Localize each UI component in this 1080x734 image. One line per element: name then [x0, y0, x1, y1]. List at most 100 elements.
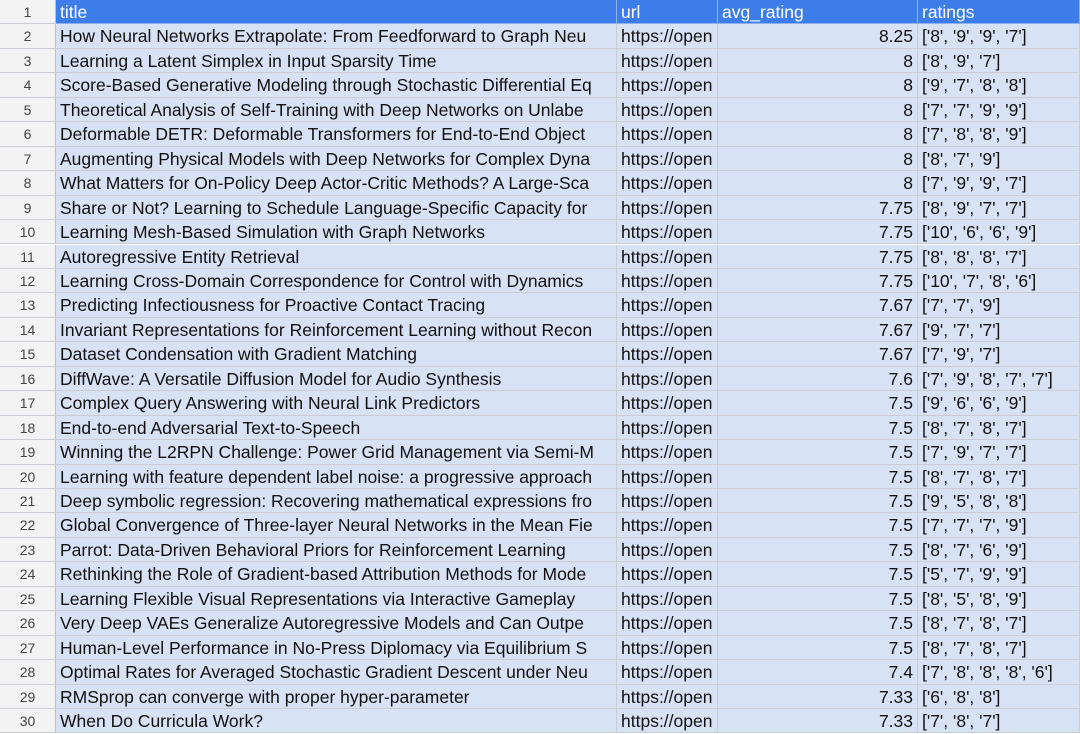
title-cell[interactable]: Complex Query Answering with Neural Link…	[56, 391, 617, 416]
title-cell[interactable]: How Neural Networks Extrapolate: From Fe…	[56, 24, 617, 49]
ratings-cell[interactable]: ['8', '7', '9']	[918, 146, 1080, 172]
row-number[interactable]: 20	[0, 464, 56, 489]
url-cell[interactable]: https://open	[617, 97, 718, 123]
title-cell[interactable]: Autoregressive Entity Retrieval	[56, 244, 617, 269]
title-cell[interactable]: Learning Flexible Visual Representations…	[56, 586, 617, 612]
row-number[interactable]: 11	[0, 244, 56, 269]
url-cell[interactable]: https://open	[617, 195, 718, 221]
title-cell[interactable]: Augmenting Physical Models with Deep Net…	[56, 146, 617, 172]
url-cell[interactable]: https://open	[617, 635, 718, 661]
row-number[interactable]: 24	[0, 562, 56, 587]
avg-rating-cell[interactable]: 7.5	[718, 611, 918, 636]
spreadsheet-grid[interactable]: 1 title url avg_rating ratings 2 How Neur…	[0, 0, 1080, 734]
row-number[interactable]: 4	[0, 73, 56, 98]
ratings-cell[interactable]: ['9', '6', '6', '9']	[918, 391, 1080, 416]
url-cell[interactable]: https://open	[617, 562, 718, 587]
row-number[interactable]: 2	[0, 24, 56, 49]
row-number[interactable]: 29	[0, 684, 56, 710]
avg-rating-cell[interactable]: 7.5	[718, 562, 918, 587]
row-number[interactable]: 28	[0, 660, 56, 685]
ratings-cell[interactable]: ['8', '7', '8', '7']	[918, 415, 1080, 441]
title-cell[interactable]: When Do Curricula Work?	[56, 709, 617, 734]
url-cell[interactable]: https://open	[617, 122, 718, 147]
title-cell[interactable]: Rethinking the Role of Gradient-based At…	[56, 562, 617, 587]
column-header-avg-rating[interactable]: avg_rating	[718, 0, 918, 25]
row-number[interactable]: 1	[0, 0, 56, 25]
title-cell[interactable]: Human-Level Performance in No-Press Dipl…	[56, 635, 617, 661]
ratings-cell[interactable]: ['9', '7', '8', '8']	[918, 73, 1080, 98]
ratings-cell[interactable]: ['7', '8', '7']	[918, 709, 1080, 734]
avg-rating-cell[interactable]: 7.67	[718, 317, 918, 343]
avg-rating-cell[interactable]: 8	[718, 97, 918, 123]
row-number[interactable]: 22	[0, 513, 56, 538]
avg-rating-cell[interactable]: 7.75	[718, 220, 918, 245]
avg-rating-cell[interactable]: 7.67	[718, 342, 918, 367]
title-cell[interactable]: Winning the L2RPN Challenge: Power Grid …	[56, 440, 617, 465]
ratings-cell[interactable]: ['8', '9', '7']	[918, 48, 1080, 74]
title-cell[interactable]: End-to-end Adversarial Text-to-Speech	[56, 415, 617, 441]
title-cell[interactable]: Learning a Latent Simplex in Input Spars…	[56, 48, 617, 74]
url-cell[interactable]: https://open	[617, 171, 718, 196]
ratings-cell[interactable]: ['8', '9', '9', '7']	[918, 24, 1080, 49]
url-cell[interactable]: https://open	[617, 268, 718, 294]
ratings-cell[interactable]: ['7', '8', '8', '8', '6']	[918, 660, 1080, 685]
title-cell[interactable]: Theoretical Analysis of Self-Training wi…	[56, 97, 617, 123]
title-cell[interactable]: Invariant Representations for Reinforcem…	[56, 317, 617, 343]
url-cell[interactable]: https://open	[617, 611, 718, 636]
title-cell[interactable]: DiffWave: A Versatile Diffusion Model fo…	[56, 366, 617, 392]
avg-rating-cell[interactable]: 7.5	[718, 464, 918, 489]
ratings-cell[interactable]: ['7', '7', '9']	[918, 293, 1080, 318]
avg-rating-cell[interactable]: 7.5	[718, 440, 918, 465]
row-number[interactable]: 21	[0, 489, 56, 514]
ratings-cell[interactable]: ['7', '9', '7']	[918, 342, 1080, 367]
row-number[interactable]: 6	[0, 122, 56, 147]
title-cell[interactable]: Learning with feature dependent label no…	[56, 464, 617, 489]
row-number[interactable]: 18	[0, 415, 56, 441]
url-cell[interactable]: https://open	[617, 220, 718, 245]
title-cell[interactable]: Global Convergence of Three-layer Neural…	[56, 513, 617, 538]
url-cell[interactable]: https://open	[617, 440, 718, 465]
url-cell[interactable]: https://open	[617, 317, 718, 343]
row-number[interactable]: 14	[0, 317, 56, 343]
url-cell[interactable]: https://open	[617, 244, 718, 269]
ratings-cell[interactable]: ['8', '7', '8', '7']	[918, 611, 1080, 636]
url-cell[interactable]: https://open	[617, 537, 718, 563]
url-cell[interactable]: https://open	[617, 391, 718, 416]
row-number[interactable]: 3	[0, 48, 56, 74]
ratings-cell[interactable]: ['7', '8', '8', '9']	[918, 122, 1080, 147]
column-header-url[interactable]: url	[617, 0, 718, 25]
row-number[interactable]: 25	[0, 586, 56, 612]
ratings-cell[interactable]: ['8', '9', '7', '7']	[918, 195, 1080, 221]
title-cell[interactable]: Deformable DETR: Deformable Transformers…	[56, 122, 617, 147]
url-cell[interactable]: https://open	[617, 415, 718, 441]
ratings-cell[interactable]: ['9', '7', '7']	[918, 317, 1080, 343]
row-number[interactable]: 12	[0, 268, 56, 294]
avg-rating-cell[interactable]: 7.5	[718, 635, 918, 661]
row-number[interactable]: 5	[0, 97, 56, 123]
row-number[interactable]: 8	[0, 171, 56, 196]
ratings-cell[interactable]: ['8', '5', '8', '9']	[918, 586, 1080, 612]
url-cell[interactable]: https://open	[617, 684, 718, 710]
avg-rating-cell[interactable]: 8.25	[718, 24, 918, 49]
avg-rating-cell[interactable]: 7.5	[718, 537, 918, 563]
row-number[interactable]: 15	[0, 342, 56, 367]
row-number[interactable]: 19	[0, 440, 56, 465]
ratings-cell[interactable]: ['7', '9', '8', '7', '7']	[918, 366, 1080, 392]
avg-rating-cell[interactable]: 7.5	[718, 513, 918, 538]
title-cell[interactable]: Very Deep VAEs Generalize Autoregressive…	[56, 611, 617, 636]
avg-rating-cell[interactable]: 7.5	[718, 489, 918, 514]
row-number[interactable]: 26	[0, 611, 56, 636]
title-cell[interactable]: Dataset Condensation with Gradient Match…	[56, 342, 617, 367]
title-cell[interactable]: Optimal Rates for Averaged Stochastic Gr…	[56, 660, 617, 685]
url-cell[interactable]: https://open	[617, 293, 718, 318]
url-cell[interactable]: https://open	[617, 73, 718, 98]
url-cell[interactable]: https://open	[617, 366, 718, 392]
title-cell[interactable]: Predicting Infectiousness for Proactive …	[56, 293, 617, 318]
ratings-cell[interactable]: ['7', '7', '7', '9']	[918, 513, 1080, 538]
avg-rating-cell[interactable]: 8	[718, 122, 918, 147]
row-number[interactable]: 17	[0, 391, 56, 416]
avg-rating-cell[interactable]: 7.6	[718, 366, 918, 392]
row-number[interactable]: 16	[0, 366, 56, 392]
row-number[interactable]: 7	[0, 146, 56, 172]
avg-rating-cell[interactable]: 7.75	[718, 244, 918, 269]
